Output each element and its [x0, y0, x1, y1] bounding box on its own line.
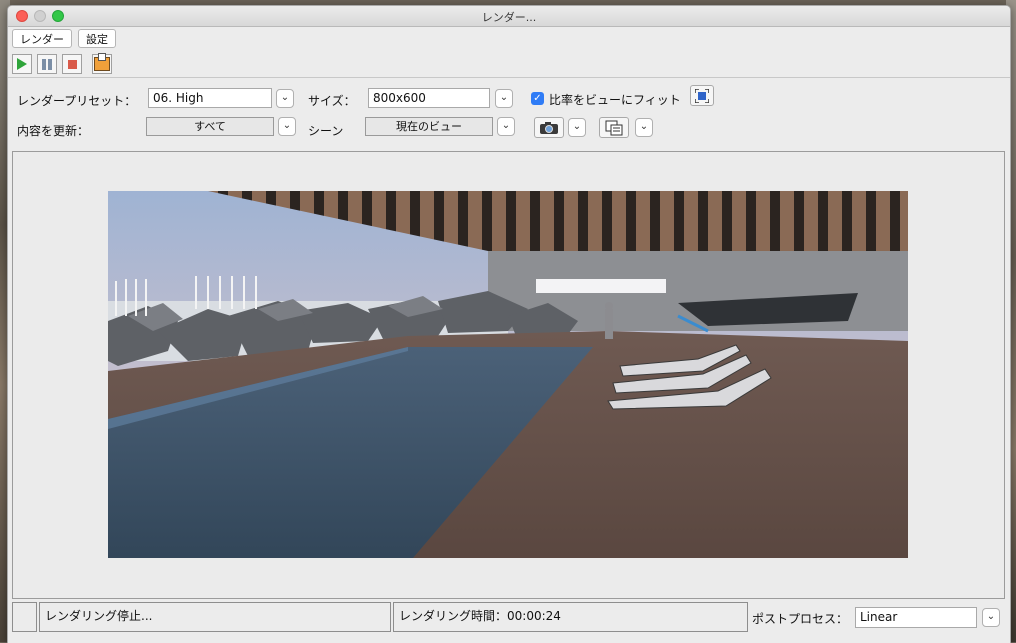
render-window: レンダー... レンダー 設定 レンダープリセット： 06. High ⌄ サイ…: [7, 5, 1011, 643]
size-dropdown-button[interactable]: ⌄: [495, 89, 513, 108]
update-combo[interactable]: すべて: [146, 117, 274, 136]
preset-dropdown-button[interactable]: ⌄: [276, 89, 294, 108]
preset-field[interactable]: 06. High: [148, 88, 272, 108]
scene-combo[interactable]: 現在のビュー: [365, 117, 493, 136]
export-image-button[interactable]: [92, 53, 112, 74]
settings-menu-button[interactable]: 設定: [78, 29, 116, 48]
scene-label: シーン: [308, 124, 344, 138]
fit-view-button[interactable]: [690, 85, 714, 106]
size-label: サイズ：: [308, 94, 356, 108]
camera-icon: [540, 121, 558, 134]
copy-dropdown-button[interactable]: ⌄: [635, 118, 653, 137]
pause-icon: [42, 58, 52, 70]
toolbar-divider: [8, 77, 1010, 78]
postprocess-field[interactable]: Linear: [855, 607, 977, 628]
update-label: 内容を更新：: [17, 124, 90, 138]
fit-ratio-checkbox[interactable]: ✓: [531, 92, 544, 105]
render-menu-button[interactable]: レンダー: [12, 29, 72, 48]
stop-icon: [67, 59, 77, 69]
export-image-icon: [94, 53, 110, 71]
render-time: レンダリング時間：00:00:24: [393, 602, 748, 632]
rendered-image: [108, 191, 908, 558]
window-title: レンダー...: [481, 11, 537, 24]
scene-dropdown-button[interactable]: ⌄: [497, 117, 515, 136]
copy-image-button[interactable]: [599, 117, 629, 138]
fit-ratio-label: 比率をビューにフィット: [549, 93, 681, 107]
status-indicator: [12, 602, 37, 632]
play-icon: [17, 58, 27, 70]
render-preview-panel: [12, 151, 1005, 599]
postprocess-label: ポストプロセス：: [752, 612, 849, 626]
start-render-button[interactable]: [12, 54, 32, 74]
update-dropdown-button[interactable]: ⌄: [278, 117, 296, 136]
stop-render-button[interactable]: [62, 54, 82, 74]
pause-render-button[interactable]: [37, 54, 57, 74]
preset-label: レンダープリセット：: [17, 94, 137, 108]
fit-frame-icon: [695, 88, 709, 103]
status-bar: レンダリング停止... レンダリング時間：00:00:24 ポストプロセス： L…: [8, 602, 1010, 635]
status-message: レンダリング停止...: [39, 602, 391, 632]
copy-icon: [605, 120, 623, 135]
size-field[interactable]: 800x600: [368, 88, 490, 108]
title-bar: レンダー...: [8, 6, 1010, 27]
camera-button[interactable]: [534, 117, 564, 138]
postprocess-dropdown-button[interactable]: ⌄: [982, 608, 1000, 627]
camera-dropdown-button[interactable]: ⌄: [568, 118, 586, 137]
